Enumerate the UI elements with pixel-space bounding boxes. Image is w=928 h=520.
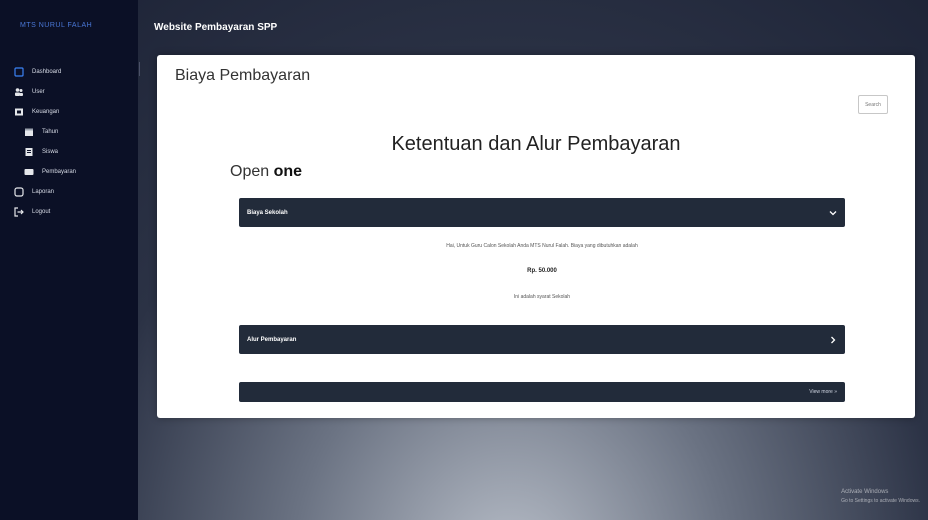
logout-icon bbox=[14, 207, 24, 217]
sidebar-toggle-divider bbox=[139, 62, 140, 76]
payment-icon bbox=[24, 167, 34, 177]
sidebar-item-label: Logout bbox=[32, 209, 51, 215]
calendar-icon bbox=[24, 127, 34, 137]
section-heading: Ketentuan dan Alur Pembayaran bbox=[391, 133, 681, 155]
sidebar-item-keuangan[interactable]: Keuangan bbox=[0, 102, 138, 122]
student-icon bbox=[24, 147, 34, 157]
sidebar-item-laporan[interactable]: Laporan bbox=[0, 182, 138, 202]
watermark-line2: Go to Settings to activate Windows. bbox=[841, 498, 920, 504]
finance-icon bbox=[14, 107, 24, 117]
accordion-title: Biaya Sekolah bbox=[247, 209, 288, 216]
accordion-title: Alur Pembayaran bbox=[247, 336, 297, 343]
search-button[interactable]: Search bbox=[858, 95, 888, 114]
sidebar-item-logout[interactable]: Logout bbox=[0, 202, 138, 222]
sidebar-item-label: User bbox=[32, 89, 45, 95]
windows-activation-watermark: Activate Windows Go to Settings to activ… bbox=[841, 488, 920, 506]
top-navbar: Website Pembayaran SPP bbox=[138, 0, 928, 58]
sidebar-item-label: Keuangan bbox=[32, 109, 60, 115]
sidebar-item-user[interactable]: User bbox=[0, 82, 138, 102]
accordion-body-amount: Rp. 50.000 bbox=[527, 268, 557, 274]
open-prefix: Open bbox=[230, 163, 270, 180]
accordion-body-note: Ini adalah syarat Sekolah bbox=[513, 294, 571, 300]
sidebar-item-tahun[interactable]: Tahun bbox=[0, 122, 138, 142]
sidebar-item-label: Siswa bbox=[42, 149, 59, 155]
accordion-header-biaya-sekolah[interactable]: Biaya Sekolah bbox=[239, 198, 845, 227]
chevron-right-icon bbox=[829, 336, 837, 344]
sidebar-item-dashboard[interactable]: Dashboard bbox=[0, 62, 138, 82]
content-card: Biaya Pembayaran Search Ketentuan dan Al… bbox=[157, 55, 915, 418]
sidebar-item-label: Pembayaran bbox=[42, 169, 77, 175]
accordion-header-alur-pembayaran[interactable]: Alur Pembayaran bbox=[239, 325, 845, 354]
chevron-down-icon bbox=[829, 209, 837, 217]
sidebar-item-label: Dashboard bbox=[32, 69, 62, 75]
brand-logo-text[interactable]: MTS NURUL FALAH bbox=[0, 22, 138, 42]
open-one-label: Open one bbox=[230, 163, 302, 181]
sidebar-item-label: Tahun bbox=[42, 129, 59, 135]
view-more-link[interactable]: View more » bbox=[809, 389, 837, 395]
accordion-body-text: Hai, Untuk Guru Calon Sekolah Anda MTS N… bbox=[446, 243, 638, 249]
report-icon bbox=[14, 187, 24, 197]
dashboard-icon bbox=[14, 67, 24, 77]
users-icon bbox=[14, 87, 24, 97]
sidebar: MTS NURUL FALAH Dashboard User Keuangan … bbox=[0, 0, 138, 520]
watermark-line1: Activate Windows bbox=[841, 489, 889, 495]
page-title: Biaya Pembayaran bbox=[175, 67, 311, 84]
sidebar-item-siswa[interactable]: Siswa bbox=[0, 142, 138, 162]
sidebar-nav: Dashboard User Keuangan Tahun Siswa Pemb… bbox=[0, 62, 138, 222]
open-bold: one bbox=[273, 163, 303, 180]
site-title[interactable]: Website Pembayaran SPP bbox=[154, 22, 277, 33]
sidebar-item-label: Laporan bbox=[32, 189, 55, 195]
sidebar-item-pembayaran[interactable]: Pembayaran bbox=[0, 162, 138, 182]
accordion-header-third[interactable]: View more » bbox=[239, 382, 845, 402]
